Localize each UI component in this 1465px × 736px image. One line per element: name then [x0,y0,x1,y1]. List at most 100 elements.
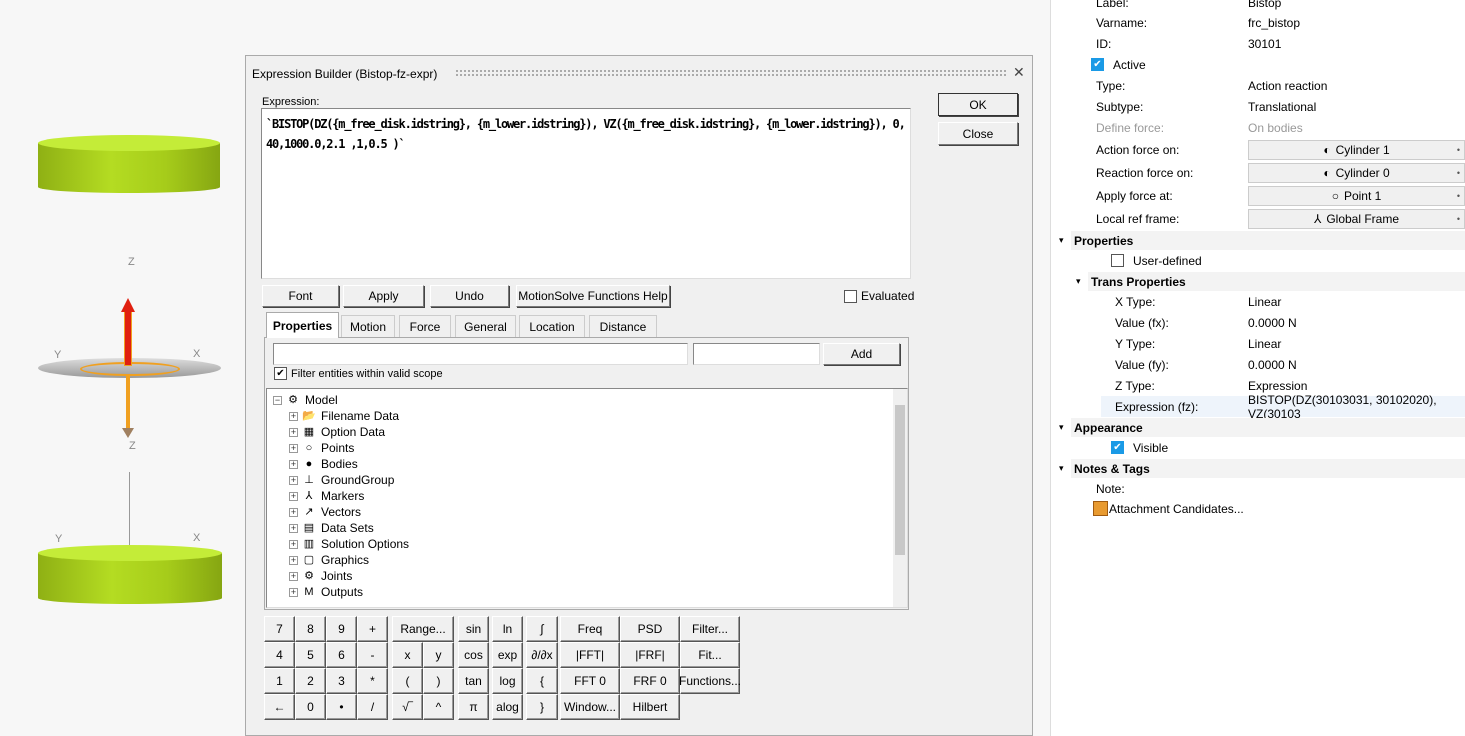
key-func[interactable]: sin [458,616,489,642]
apply-button[interactable]: Apply [343,285,424,307]
filter-checkbox[interactable]: ✔ Filter entities within valid scope [274,367,443,380]
key-num[interactable]: 8 [295,616,326,642]
range-button[interactable]: Range... [392,616,454,642]
tab-motion[interactable]: Motion [341,315,395,337]
key-num[interactable]: 3 [326,668,357,694]
key-num[interactable]: 6 [326,642,357,668]
key-num[interactable]: 5 [295,642,326,668]
ok-button[interactable]: OK [938,93,1018,116]
tab-properties[interactable]: Properties [266,312,339,338]
signal-button[interactable]: Freq [560,616,620,642]
attachment-candidates-button[interactable]: Attachment Candidates... [1051,498,1465,519]
value-input[interactable] [693,343,820,365]
key-num[interactable]: 9 [326,616,357,642]
key-func[interactable]: alog [492,694,523,720]
key-num[interactable]: + [357,616,388,642]
checkbox-box[interactable] [844,289,857,303]
key-func[interactable]: ∂/∂x [526,642,558,668]
key-num[interactable]: / [357,694,388,720]
tab-general[interactable]: General [455,315,516,337]
tree-item[interactable]: + 📂 Filename Data [289,408,399,424]
key-rparen[interactable]: ) [423,668,454,694]
checkbox-box[interactable] [1111,254,1124,267]
evaluated-checkbox[interactable]: Evaluated [844,289,914,303]
tab-force[interactable]: Force [399,315,451,337]
key-num[interactable]: 1 [264,668,295,694]
key-func[interactable]: log [492,668,523,694]
collapse-icon[interactable]: ▾ [1059,235,1064,246]
tree-item[interactable]: + ▢ Graphics [289,552,369,568]
collapse-icon[interactable]: ▾ [1059,422,1064,433]
section-appearance[interactable]: ▾ Appearance [1051,417,1465,438]
tree-item[interactable]: + ▥ Solution Options [289,536,409,552]
close-button[interactable]: Close [938,122,1018,145]
tree-item[interactable]: + ▤ Data Sets [289,520,374,536]
tab-distance[interactable]: Distance [589,315,657,337]
key-func[interactable]: } [526,694,558,720]
expression-textarea[interactable]: `BISTOP(DZ({m_free_disk.idstring}, {m_lo… [261,108,911,279]
active-checkbox[interactable]: ✔ Active [1051,54,1465,75]
signal-button[interactable]: Functions... [679,668,741,694]
tree-item[interactable]: + ○ Points [289,440,354,456]
signal-button[interactable]: Hilbert [620,694,680,720]
action-selector[interactable]: ◐ Cylinder 1 • [1248,139,1465,160]
add-button[interactable]: Add [823,343,900,365]
key-func[interactable]: ∫ [526,616,558,642]
tab-location[interactable]: Location [519,315,585,337]
key-num[interactable]: - [357,642,388,668]
key-func[interactable]: exp [492,642,523,668]
tree-scrollbar[interactable] [893,389,907,607]
close-icon[interactable]: ✕ [1013,64,1025,81]
key-func[interactable]: ln [492,616,523,642]
ref-selector[interactable]: ⅄ Global Frame • [1248,208,1465,229]
key-num[interactable]: 0 [295,694,326,720]
reaction-selector[interactable]: ◐ Cylinder 0 • [1248,162,1465,183]
key-num[interactable]: 7 [264,616,295,642]
collapse-icon[interactable]: ▾ [1076,276,1081,287]
signal-button[interactable]: Filter... [680,616,740,642]
key-power[interactable]: ^ [423,694,454,720]
tree-item[interactable]: + ● Bodies [289,456,358,472]
apply-selector[interactable]: ○ Point 1 • [1248,185,1465,206]
dialog-title[interactable]: Expression Builder (Bistop-fz-expr) [252,67,437,81]
tree-item-model[interactable]: − ⚙ Model [273,392,338,408]
checkbox-box[interactable]: ✔ [1111,441,1124,454]
signal-button[interactable]: Fit... [680,642,740,668]
tree-item[interactable]: + ⚙ Joints [289,568,352,584]
signal-button[interactable]: PSD [620,616,680,642]
key-num[interactable]: * [357,668,388,694]
signal-button[interactable]: |FRF| [620,642,680,668]
key-func[interactable]: { [526,668,558,694]
search-input[interactable] [273,343,688,365]
undo-button[interactable]: Undo [430,285,509,307]
key-func[interactable]: tan [458,668,489,694]
tree-item[interactable]: + ⅄ Markers [289,488,364,504]
tree-item[interactable]: + ↗ Vectors [289,504,361,520]
key-func[interactable]: π [458,694,489,720]
user_defined-checkbox[interactable]: User-defined [1051,250,1465,271]
key-x[interactable]: x [392,642,423,668]
signal-button[interactable]: FFT 0 [560,668,620,694]
visible-checkbox[interactable]: ✔ Visible [1051,437,1465,458]
tree-item[interactable]: + ⊥ GroundGroup [289,472,394,488]
collapse-icon[interactable]: ▾ [1059,463,1064,474]
key-func[interactable]: cos [458,642,489,668]
section-notes[interactable]: ▾ Notes & Tags [1051,458,1465,479]
key-num[interactable]: 4 [264,642,295,668]
section-properties[interactable]: ▾ Properties [1051,230,1465,251]
key-num[interactable]: • [326,694,357,720]
key-y[interactable]: y [423,642,454,668]
signal-button[interactable]: |FFT| [560,642,620,668]
signal-button[interactable]: Window... [560,694,620,720]
font-button[interactable]: Font [262,285,339,307]
tree-item[interactable]: + ▦ Option Data [289,424,385,440]
tree-item[interactable]: + M Outputs [289,584,363,600]
functions-help-button[interactable]: MotionSolve Functions Help [516,285,670,307]
checkbox-box[interactable]: ✔ [1091,58,1104,71]
section-trans[interactable]: ▾ Trans Properties [1051,271,1465,292]
key-lparen[interactable]: ( [392,668,423,694]
entity-tree[interactable]: − ⚙ Model + 📂 Filename Data + ▦ Option Data + ○ Po… [266,388,908,608]
key-num[interactable]: ← [264,694,295,720]
key-sqrt[interactable]: √‾ [392,694,423,720]
signal-button[interactable]: FRF 0 [620,668,680,694]
